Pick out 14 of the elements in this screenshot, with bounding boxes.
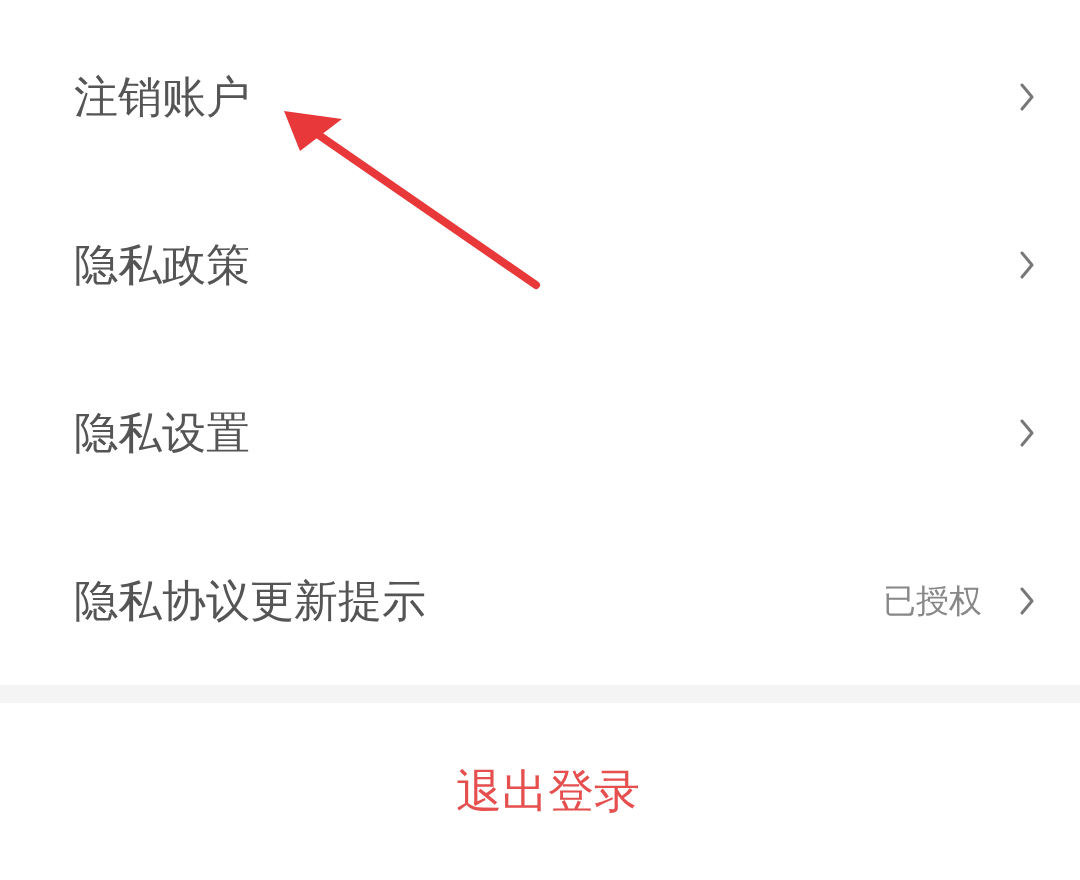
menu-item[interactable]: 隐私设置 (0, 349, 1080, 517)
menu-item[interactable]: 隐私政策 (0, 181, 1080, 349)
menu-item[interactable]: 隐私协议更新提示 已授权 (0, 517, 1080, 685)
logout-button[interactable]: 退出登录 (446, 756, 650, 827)
chevron-right-icon (1020, 419, 1034, 447)
chevron-right-icon (1020, 83, 1034, 111)
chevron-right-icon (1020, 587, 1034, 615)
menu-item-label: 隐私设置 (74, 405, 251, 460)
menu-item-value: 已授权 (883, 579, 982, 622)
menu-item-label: 隐私协议更新提示 (74, 573, 427, 628)
menu-item-label: 注销账户 (74, 69, 251, 124)
chevron-right-icon (1020, 251, 1034, 279)
menu-item[interactable]: 注销账户 (0, 13, 1080, 181)
menu-item-label: 隐私政策 (74, 237, 251, 292)
